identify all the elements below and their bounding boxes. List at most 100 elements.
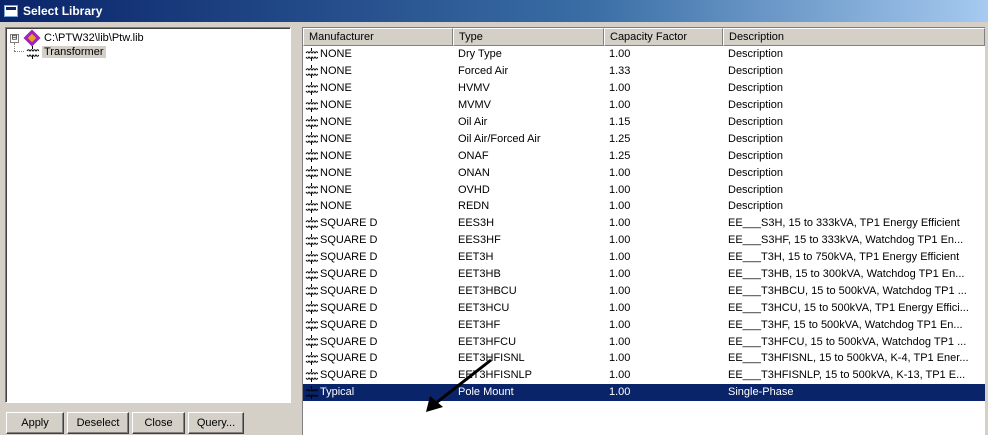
manufacturer-text: NONE <box>320 116 352 128</box>
table-row[interactable]: SQUARE D EET3HB 1.00 EE___T3HB, 15 to 300kV… <box>303 266 985 283</box>
table-row[interactable]: SQUARE D EET3HFISNLP 1.00 EE___T3HFISNLP, 1… <box>303 367 985 384</box>
table-row[interactable]: SQUARE D EET3HFCU 1.00 EE___T3HFCU, 15 to 5… <box>303 333 985 350</box>
tree-connector <box>14 51 24 52</box>
cell-type: EET3HCU <box>458 301 510 314</box>
cell-type: Oil Air <box>458 116 488 128</box>
library-tree[interactable]: ⊟ C:\PTW32\lib\Ptw.lib Transformer <box>5 27 291 403</box>
table-row[interactable]: NONE REDN 1.00 Description <box>303 198 985 215</box>
table-row[interactable]: SQUARE D EET3H 1.00 EE___T3H, 15 to 750kVA,… <box>303 249 985 266</box>
table-row[interactable]: NONE Oil Air/Forced Air 1.25 Description <box>303 130 985 147</box>
transformer-icon <box>305 116 318 129</box>
cell-capacity-factor: 1.00 <box>609 48 631 61</box>
cell-description: EE___T3HBCU, 15 to 500kVA, Watchdog TP1 … <box>728 284 967 297</box>
cell-capacity-factor: 1.00 <box>609 301 631 314</box>
cell-type: HVMV <box>458 82 490 95</box>
cell-capacity-factor: 1.00 <box>609 318 631 331</box>
cell-type: EES3HF <box>458 234 501 247</box>
cell-type: Pole Mount <box>458 386 514 399</box>
cell-manufacturer: SQUARE D <box>303 268 453 281</box>
cell-type: ONAN <box>458 166 490 179</box>
deselect-button[interactable]: Deselect <box>67 412 129 434</box>
tree-node-transformer[interactable]: Transformer <box>26 45 106 59</box>
cell-manufacturer: NONE <box>303 132 453 145</box>
cell-description: Description <box>728 48 784 61</box>
table-row[interactable]: NONE ONAF 1.25 Description <box>303 147 985 164</box>
cell-type: EET3HFISNL <box>458 352 525 365</box>
library-icon <box>23 29 41 47</box>
cell-capacity-factor: 1.00 <box>609 217 631 230</box>
manufacturer-text: SQUARE D <box>320 217 378 230</box>
cell-description: EE___T3HFCU, 15 to 500kVA, Watchdog TP1 … <box>728 335 967 348</box>
cell-manufacturer: SQUARE D <box>303 301 453 314</box>
title-bar[interactable]: Select Library <box>0 0 988 22</box>
table-row[interactable]: SQUARE D EES3HF 1.00 EE___S3HF, 15 to 333kV… <box>303 232 985 249</box>
table-row[interactable]: SQUARE D EET3HCU 1.00 EE___T3HCU, 15 to 500… <box>303 299 985 316</box>
manufacturer-text: SQUARE D <box>320 251 378 264</box>
cell-manufacturer: SQUARE D <box>303 217 453 230</box>
table-row[interactable]: SQUARE D EET3HF 1.00 EE___T3HF, 15 to 500kV… <box>303 316 985 333</box>
tree-root-node[interactable]: ⊟ C:\PTW32\lib\Ptw.lib <box>10 29 144 47</box>
column-header-type[interactable]: Type <box>453 28 604 46</box>
cell-capacity-factor: 1.15 <box>609 116 631 128</box>
cell-capacity-factor: 1.00 <box>609 369 631 382</box>
transformer-icon <box>305 352 318 365</box>
apply-button[interactable]: Apply <box>6 412 64 434</box>
cell-manufacturer: SQUARE D <box>303 251 453 264</box>
transformer-icon <box>305 369 318 382</box>
cell-description: EE___T3HB, 15 to 300kVA, Watchdog TP1 En… <box>728 268 965 281</box>
column-header-capacity-factor[interactable]: Capacity Factor <box>604 28 723 46</box>
library-grid[interactable]: Manufacturer Type Capacity Factor Descri… <box>302 27 985 435</box>
table-row[interactable]: NONE MVMV 1.00 Description <box>303 97 985 114</box>
collapse-icon[interactable]: ⊟ <box>10 33 19 43</box>
table-row[interactable]: Typical Pole Mount 1.00 Single-Phase <box>303 383 985 401</box>
table-row[interactable]: NONE ONAN 1.00 Description <box>303 164 985 181</box>
manufacturer-text: SQUARE D <box>320 369 378 382</box>
cell-manufacturer: NONE <box>303 65 453 78</box>
transformer-icon <box>305 318 318 331</box>
cell-capacity-factor: 1.25 <box>609 132 631 145</box>
transformer-icon <box>305 386 318 399</box>
table-row[interactable]: SQUARE D EET3HBCU 1.00 EE___T3HBCU, 15 to 5… <box>303 282 985 299</box>
cell-manufacturer: SQUARE D <box>303 284 453 297</box>
column-header-description[interactable]: Description <box>723 28 985 46</box>
transformer-icon <box>305 284 318 297</box>
column-header-manufacturer[interactable]: Manufacturer <box>303 28 453 46</box>
grid-body: NONE Dry Type 1.00 Description NONE Forced Ai… <box>303 46 985 401</box>
table-row[interactable]: NONE Oil Air 1.15 Description <box>303 114 985 131</box>
cell-description: EE___T3HFISNL, 15 to 500kVA, K-4, TP1 En… <box>728 352 969 365</box>
cell-description: EE___T3HF, 15 to 500kVA, Watchdog TP1 En… <box>728 318 963 331</box>
transformer-icon <box>305 200 318 213</box>
cell-type: EET3HFISNLP <box>458 369 532 382</box>
transformer-icon <box>305 82 318 95</box>
cell-manufacturer: NONE <box>303 48 453 61</box>
manufacturer-text: NONE <box>320 65 352 78</box>
cell-description: EE___S3H, 15 to 333kVA, TP1 Energy Effic… <box>728 217 960 230</box>
transformer-icon <box>305 149 318 162</box>
cell-description: EE___T3HFISNLP, 15 to 500kVA, K-13, TP1 … <box>728 369 966 382</box>
cell-type: EET3HBCU <box>458 284 517 297</box>
cell-type: Forced Air <box>458 65 509 78</box>
table-row[interactable]: NONE OVHD 1.00 Description <box>303 181 985 198</box>
transformer-icon <box>305 183 318 196</box>
table-row[interactable]: SQUARE D EET3HFISNL 1.00 EE___T3HFISNL, 15 … <box>303 350 985 367</box>
table-row[interactable]: NONE HVMV 1.00 Description <box>303 80 985 97</box>
cell-capacity-factor: 1.00 <box>609 183 631 196</box>
manufacturer-text: SQUARE D <box>320 318 378 331</box>
table-row[interactable]: NONE Forced Air 1.33 Description <box>303 63 985 80</box>
cell-description: Description <box>728 116 784 128</box>
table-row[interactable]: SQUARE D EES3H 1.00 EE___S3H, 15 to 333kVA,… <box>303 215 985 232</box>
cell-manufacturer: SQUARE D <box>303 352 453 365</box>
cell-description: EE___T3HCU, 15 to 500kVA, TP1 Energy Eff… <box>728 301 969 314</box>
window-title: Select Library <box>23 4 103 18</box>
cell-capacity-factor: 1.00 <box>609 268 631 281</box>
cell-manufacturer: NONE <box>303 149 453 162</box>
close-button[interactable]: Close <box>132 412 185 434</box>
cell-type: Oil Air/Forced Air <box>458 132 541 145</box>
table-row[interactable]: NONE Dry Type 1.00 Description <box>303 46 985 63</box>
transformer-icon <box>305 301 318 314</box>
query-button[interactable]: Query... <box>188 412 244 434</box>
manufacturer-text: NONE <box>320 200 352 213</box>
button-bar: Apply Deselect Close Query... <box>6 412 244 434</box>
cell-description: Description <box>728 149 784 162</box>
manufacturer-text: SQUARE D <box>320 234 378 247</box>
